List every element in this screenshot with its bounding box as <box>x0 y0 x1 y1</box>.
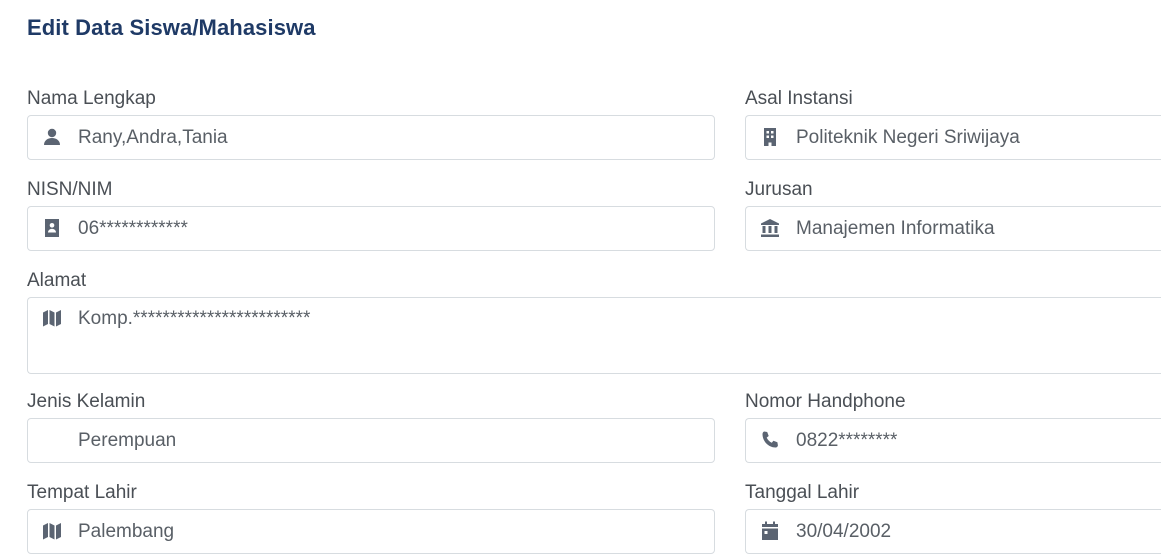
jurusan-label: Jurusan <box>745 179 813 200</box>
user-icon <box>42 127 62 147</box>
nisn-nim-label: NISN/NIM <box>27 179 113 200</box>
alamat-textarea[interactable]: Komp.************************ <box>27 297 1161 374</box>
map-icon <box>42 308 62 328</box>
institution-icon <box>760 218 780 238</box>
jurusan-value: Manajemen Informatika <box>796 218 995 239</box>
page-title: Edit Data Siswa/Mahasiswa <box>27 15 316 40</box>
nama-lengkap-value: Rany,Andra,Tania <box>78 127 228 148</box>
alamat-label: Alamat <box>27 270 87 291</box>
alamat-value: Komp.************************ <box>78 308 311 329</box>
nomor-handphone-label: Nomor Handphone <box>745 391 906 412</box>
tempat-lahir-label: Tempat Lahir <box>27 482 137 503</box>
nomor-handphone-field[interactable]: 0822******** <box>745 418 1161 463</box>
asal-instansi-field[interactable]: Politeknik Negeri Sriwijaya <box>745 115 1161 160</box>
jenis-kelamin-field[interactable]: Perempuan <box>27 418 715 463</box>
nisn-nim-field[interactable]: 06************ <box>27 206 715 251</box>
tanggal-lahir-value: 30/04/2002 <box>796 521 892 542</box>
nama-lengkap-field[interactable]: Rany,Andra,Tania <box>27 115 715 160</box>
jenis-kelamin-value: Perempuan <box>78 430 177 451</box>
jenis-kelamin-label: Jenis Kelamin <box>27 391 146 412</box>
tanggal-lahir-field[interactable]: 30/04/2002 <box>745 509 1161 554</box>
jurusan-field[interactable]: Manajemen Informatika <box>745 206 1161 251</box>
tempat-lahir-value: Palembang <box>78 521 175 542</box>
map-icon <box>42 521 62 541</box>
tanggal-lahir-label: Tanggal Lahir <box>745 482 860 503</box>
nama-lengkap-label: Nama Lengkap <box>27 88 156 109</box>
building-icon <box>760 127 780 147</box>
asal-instansi-label: Asal Instansi <box>745 88 853 109</box>
id-card-icon <box>42 218 62 238</box>
phone-icon <box>760 430 780 450</box>
asal-instansi-value: Politeknik Negeri Sriwijaya <box>796 127 1020 148</box>
nisn-nim-value: 06************ <box>78 218 188 239</box>
tempat-lahir-field[interactable]: Palembang <box>27 509 715 554</box>
calendar-icon <box>760 521 780 541</box>
nomor-handphone-value: 0822******** <box>796 430 898 451</box>
